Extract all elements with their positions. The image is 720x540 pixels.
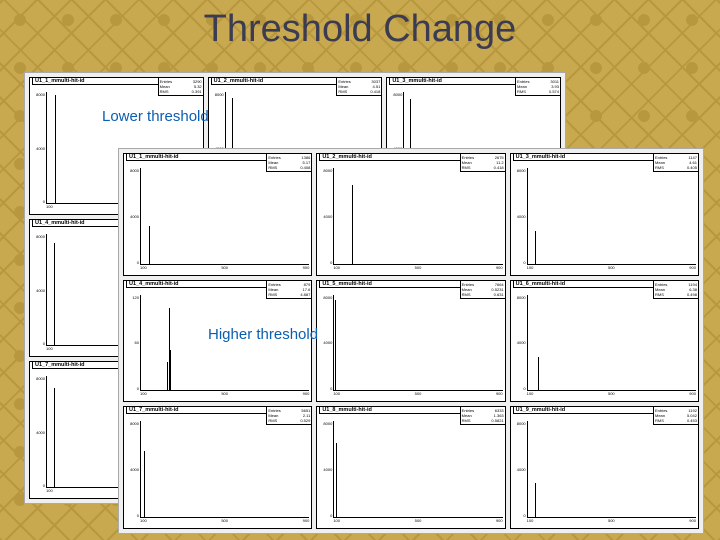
plot-area: 040008000 100500900 [333, 421, 502, 518]
data-spike [170, 350, 171, 392]
panel-title: U1_3_mmulti-hit-id [513, 153, 672, 161]
hist-panel: U1_7_mmulti-hit-id Entries5651 Mean2.11 … [123, 406, 312, 529]
plot-area: 040008000 100500900 [333, 168, 502, 265]
hist-panel: U1_1_mmulti-hit-id Entries1386 Mean5.17 … [123, 153, 312, 276]
panel-title: U1_9_mmulti-hit-id [513, 406, 672, 414]
data-spike [336, 443, 337, 518]
data-spike [55, 195, 56, 204]
plot-area: 040008000 100500900 [527, 421, 696, 518]
panel-title: U1_1_mmulti-hit-id [32, 77, 177, 85]
data-spike [55, 95, 56, 204]
data-spike [149, 226, 150, 265]
annotation-lower-threshold: Lower threshold [102, 108, 209, 125]
panel-title: U1_4_mmulti-hit-id [126, 280, 285, 288]
slide-title: Threshold Change [0, 8, 720, 51]
data-spike [54, 243, 55, 346]
canvas-higher-threshold: U1_1_mmulti-hit-id Entries1386 Mean5.17 … [118, 148, 704, 534]
plot-area: 040008000 100500900 [140, 168, 309, 265]
hist-panel: U1_6_mmulti-hit-id Entries1194 Mean6.38 … [510, 280, 699, 403]
panel-title: U1_2_mmulti-hit-id [319, 153, 478, 161]
panel-title: U1_1_mmulti-hit-id [126, 153, 285, 161]
plot-area: 040008000 100500900 [140, 421, 309, 518]
data-spike [144, 451, 145, 518]
plot-area: 040008000 100500900 [527, 295, 696, 392]
panel-title: U1_7_mmulti-hit-id [126, 406, 285, 414]
panel-title: U1_2_mmulti-hit-id [211, 77, 356, 85]
data-spike [335, 300, 336, 392]
data-spike [352, 185, 353, 264]
data-spike [54, 388, 55, 488]
hist-panel: U1_3_mmulti-hit-id Entries1147 Mean4.61 … [510, 153, 699, 276]
hist-panel: U1_8_mmulti-hit-id Entries6333 Mean1.363… [316, 406, 505, 529]
hist-panel: U1_5_mmulti-hit-id Entries7664 Mean0.523… [316, 280, 505, 403]
hist-panel: U1_9_mmulti-hit-id Entries1192 Mean5.042… [510, 406, 699, 529]
hist-panel: U1_2_mmulti-hit-id Entries2675 Mean11.2 … [316, 153, 505, 276]
panel-title: U1_5_mmulti-hit-id [319, 280, 478, 288]
data-spike [535, 483, 536, 518]
panel-title: U1_8_mmulti-hit-id [319, 406, 478, 414]
panel-title: U1_3_mmulti-hit-id [389, 77, 534, 85]
data-spike [538, 357, 539, 392]
plot-area: 040008000 100500900 [333, 295, 502, 392]
plot-area: 040008000 100500900 [527, 168, 696, 265]
panel-title: U1_6_mmulti-hit-id [513, 280, 672, 288]
annotation-higher-threshold: Higher threshold [208, 326, 318, 343]
data-spike [535, 231, 536, 265]
